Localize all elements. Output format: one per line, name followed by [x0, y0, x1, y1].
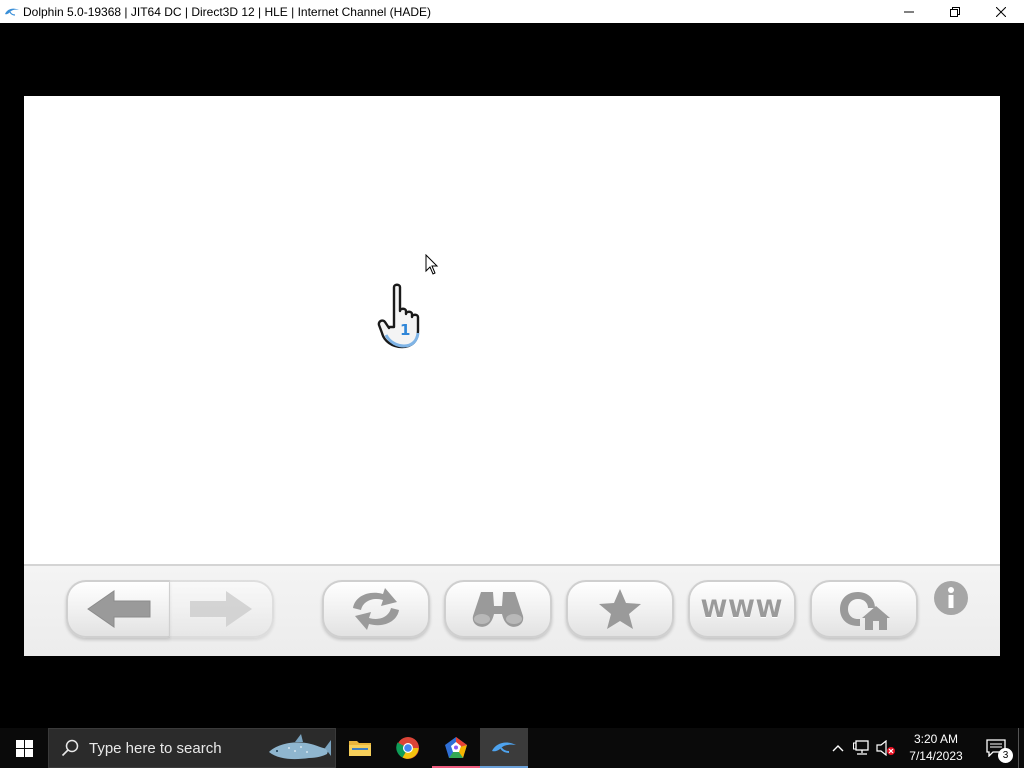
- system-tray: 3:20 AM 7/14/2023 3: [826, 728, 1024, 768]
- show-desktop-button[interactable]: [1018, 728, 1024, 768]
- taskbar-chrome[interactable]: [384, 728, 432, 768]
- dolphin-icon: [4, 4, 20, 20]
- restore-icon: [950, 6, 960, 17]
- reload-icon: [353, 588, 399, 630]
- reload-button[interactable]: [322, 580, 430, 638]
- windows-taskbar: Type here to search 3:20 AM 7/14/2023 3: [0, 728, 1024, 768]
- network-button[interactable]: [850, 728, 874, 768]
- action-center-button[interactable]: 3: [974, 728, 1018, 768]
- restore-button[interactable]: [932, 0, 978, 23]
- emulator-render-area[interactable]: WWW 1: [0, 23, 1024, 728]
- binoculars-icon: [472, 592, 524, 627]
- folder-icon: [349, 741, 371, 756]
- minimize-icon: [904, 11, 914, 12]
- www-label: WWW: [700, 595, 784, 623]
- star-icon: [599, 589, 641, 629]
- pentagon-icon: [445, 737, 467, 758]
- volume-button[interactable]: [874, 728, 898, 768]
- start-button[interactable]: [0, 728, 48, 768]
- mouse-cursor-icon: [425, 253, 439, 275]
- home-icon: [840, 592, 890, 630]
- windows-logo-icon: [15, 739, 33, 757]
- chrome-icon: [396, 737, 419, 759]
- clock-time: 3:20 AM: [913, 732, 959, 746]
- network-icon: [853, 740, 869, 755]
- clock-date: 7/14/2023: [909, 749, 963, 763]
- search-placeholder: Type here to search: [89, 739, 222, 757]
- notification-count-badge: 3: [998, 748, 1013, 763]
- info-icon: [934, 581, 968, 615]
- browser-page-view[interactable]: [24, 96, 1000, 564]
- browser-toolbar: WWW: [24, 564, 1000, 656]
- window-title: Dolphin 5.0-19368 | JIT64 DC | Direct3D …: [23, 4, 431, 19]
- taskbar-pentagon-app[interactable]: [432, 728, 480, 768]
- player-number: 1: [400, 321, 410, 339]
- back-button[interactable]: [66, 580, 170, 638]
- chevron-up-icon: [832, 745, 844, 752]
- forward-button[interactable]: [170, 580, 274, 638]
- close-icon: [996, 6, 1006, 17]
- show-hidden-icons-button[interactable]: [826, 728, 850, 768]
- search-icon: [61, 739, 79, 757]
- wii-hand-pointer-icon: 1: [376, 283, 428, 349]
- home-button[interactable]: [810, 580, 918, 638]
- search-button[interactable]: [444, 580, 552, 638]
- navigation-buttons: [66, 580, 274, 638]
- arrow-left-icon: [86, 590, 150, 628]
- arrow-right-icon: [190, 591, 252, 627]
- favorites-button[interactable]: [566, 580, 674, 638]
- window-controls: [886, 0, 1024, 23]
- www-button[interactable]: WWW: [688, 580, 796, 638]
- info-button[interactable]: [933, 580, 969, 616]
- minimize-button[interactable]: [886, 0, 932, 23]
- search-highlight-whale-icon: [269, 734, 331, 760]
- internet-channel-screen[interactable]: WWW 1: [24, 96, 1000, 656]
- dolphin-icon: [492, 742, 516, 753]
- volume-muted-icon: [876, 740, 895, 756]
- taskbar-dolphin[interactable]: [480, 728, 528, 768]
- taskbar-file-explorer[interactable]: [336, 728, 384, 768]
- taskbar-clock[interactable]: 3:20 AM 7/14/2023: [898, 728, 974, 768]
- close-button[interactable]: [978, 0, 1024, 23]
- window-titlebar: Dolphin 5.0-19368 | JIT64 DC | Direct3D …: [0, 0, 1024, 23]
- taskbar-search-box[interactable]: Type here to search: [48, 728, 336, 768]
